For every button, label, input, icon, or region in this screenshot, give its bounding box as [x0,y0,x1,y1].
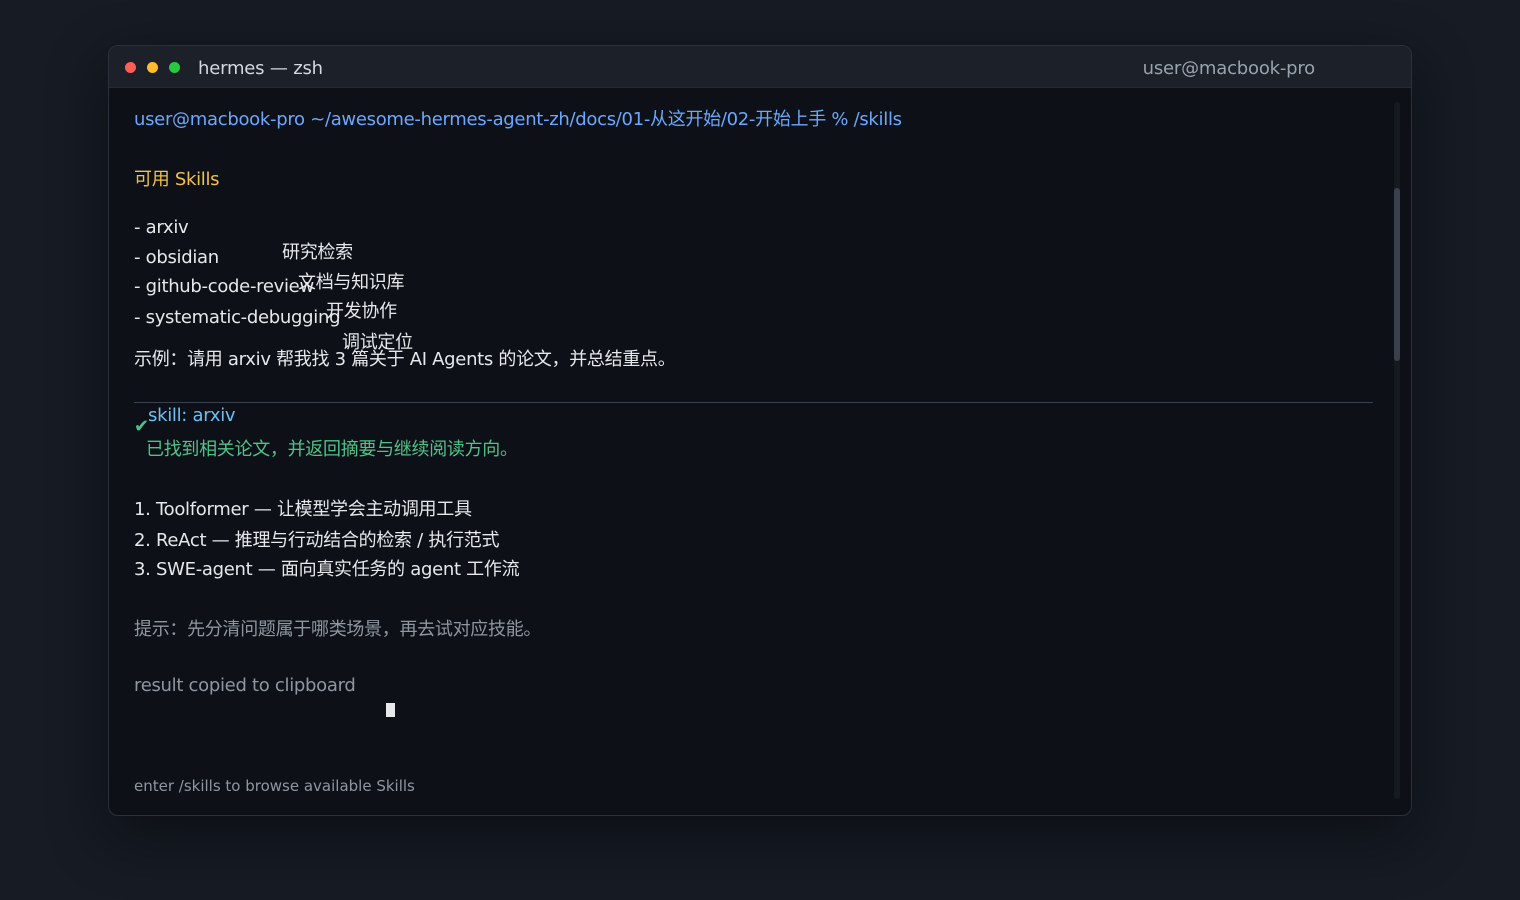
skills-heading: 可用 Skills [134,169,220,190]
zoom-window-button[interactable] [169,62,180,73]
title-bar: hermes — zsh user@macbook-pro [109,46,1411,88]
input-hint: enter /skills to browse available Skills [134,777,415,795]
result-item: 3. SWE-agent — 面向真实任务的 agent 工作流 [134,559,520,580]
skill-list-item: - systematic-debugging 调试定位 [134,286,734,353]
terminal-output[interactable]: user@macbook-pro ~/awesome-hermes-agent-… [134,87,1373,815]
window-title: hermes — zsh [198,58,323,79]
window-host: user@macbook-pro [1142,58,1316,79]
check-icon: ✔ [134,416,150,437]
command-prompt-line: user@macbook-pro ~/awesome-hermes-agent-… [134,109,902,130]
text-cursor[interactable] [386,703,395,717]
terminal-window: hermes — zsh user@macbook-pro user@macbo… [108,45,1412,816]
result-item: 2. ReAct — 推理与行动结合的检索 / 执行范式 [134,530,500,551]
example-text: 示例：请用 arxiv 帮我找 3 篇关于 AI Agents 的论文，并总结重… [134,349,676,370]
skill-name: - systematic-debugging [134,307,341,328]
scrollbar-thumb[interactable] [1394,188,1400,361]
clipboard-status: result copied to clipboard [134,675,356,696]
skill-result-message: 已找到相关论文，并返回摘要与继续阅读方向。 [146,439,518,460]
skill-list-item: - obsidian 文档与知识库 [134,226,734,293]
skill-invocation: skill: arxiv [148,405,236,426]
skill-list-item: - github-code-review 开发协作 [134,255,734,322]
tip-text: 提示：先分清问题属于哪类场景，再去试对应技能。 [134,619,542,640]
close-window-button[interactable] [125,62,136,73]
scrollbar-track[interactable] [1394,102,1400,799]
output-divider [134,402,1373,403]
skill-list-item: - arxiv 研究检索 [134,196,734,263]
result-item: 1. Toolformer — 让模型学会主动调用工具 [134,499,472,520]
minimize-window-button[interactable] [147,62,158,73]
